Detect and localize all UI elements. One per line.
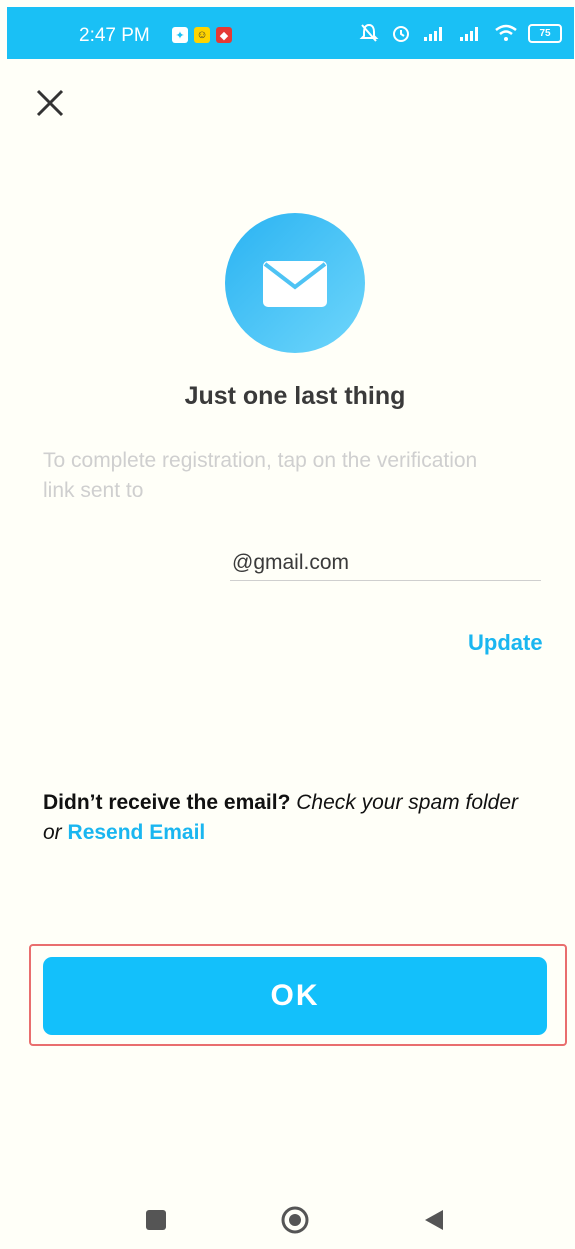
resend-paragraph: Didn’t receive the email? Check your spa… bbox=[43, 788, 523, 848]
wifi-icon bbox=[495, 24, 517, 41]
notification-icons: ✦ ☺ ◆ bbox=[172, 27, 232, 43]
email-field[interactable]: @gmail.com bbox=[230, 545, 541, 581]
signal-icon-2 bbox=[460, 27, 478, 41]
resend-email-link[interactable]: Resend Email bbox=[68, 821, 206, 844]
snapchat-icon: ☺ bbox=[194, 27, 210, 43]
home-icon[interactable] bbox=[280, 1205, 310, 1235]
mute-icon bbox=[359, 23, 379, 42]
update-link[interactable]: Update bbox=[468, 630, 543, 656]
recent-apps-icon[interactable] bbox=[146, 1210, 166, 1230]
signal-icon bbox=[424, 27, 442, 41]
app-notification-icon: ◆ bbox=[216, 27, 232, 43]
battery-level: 75 bbox=[539, 27, 551, 39]
dialog-description: To complete registration, tap on the ver… bbox=[43, 449, 478, 502]
close-icon[interactable] bbox=[33, 86, 67, 120]
battery-icon: 75 bbox=[528, 23, 562, 43]
mail-icon bbox=[225, 213, 365, 353]
alarm-icon bbox=[393, 26, 409, 42]
ok-button[interactable]: OK bbox=[43, 957, 547, 1035]
back-icon[interactable] bbox=[423, 1208, 445, 1232]
navigation-bar bbox=[0, 1180, 575, 1249]
system-icons: 75 bbox=[358, 22, 562, 44]
status-bar: 2:47 PM ✦ ☺ ◆ 75 bbox=[7, 7, 574, 59]
dialog-title: Just one last thing bbox=[184, 382, 406, 410]
twitter-icon: ✦ bbox=[172, 27, 188, 43]
status-time: 2:47 PM bbox=[79, 25, 150, 46]
resend-question: Didn’t receive the email? bbox=[43, 791, 291, 814]
